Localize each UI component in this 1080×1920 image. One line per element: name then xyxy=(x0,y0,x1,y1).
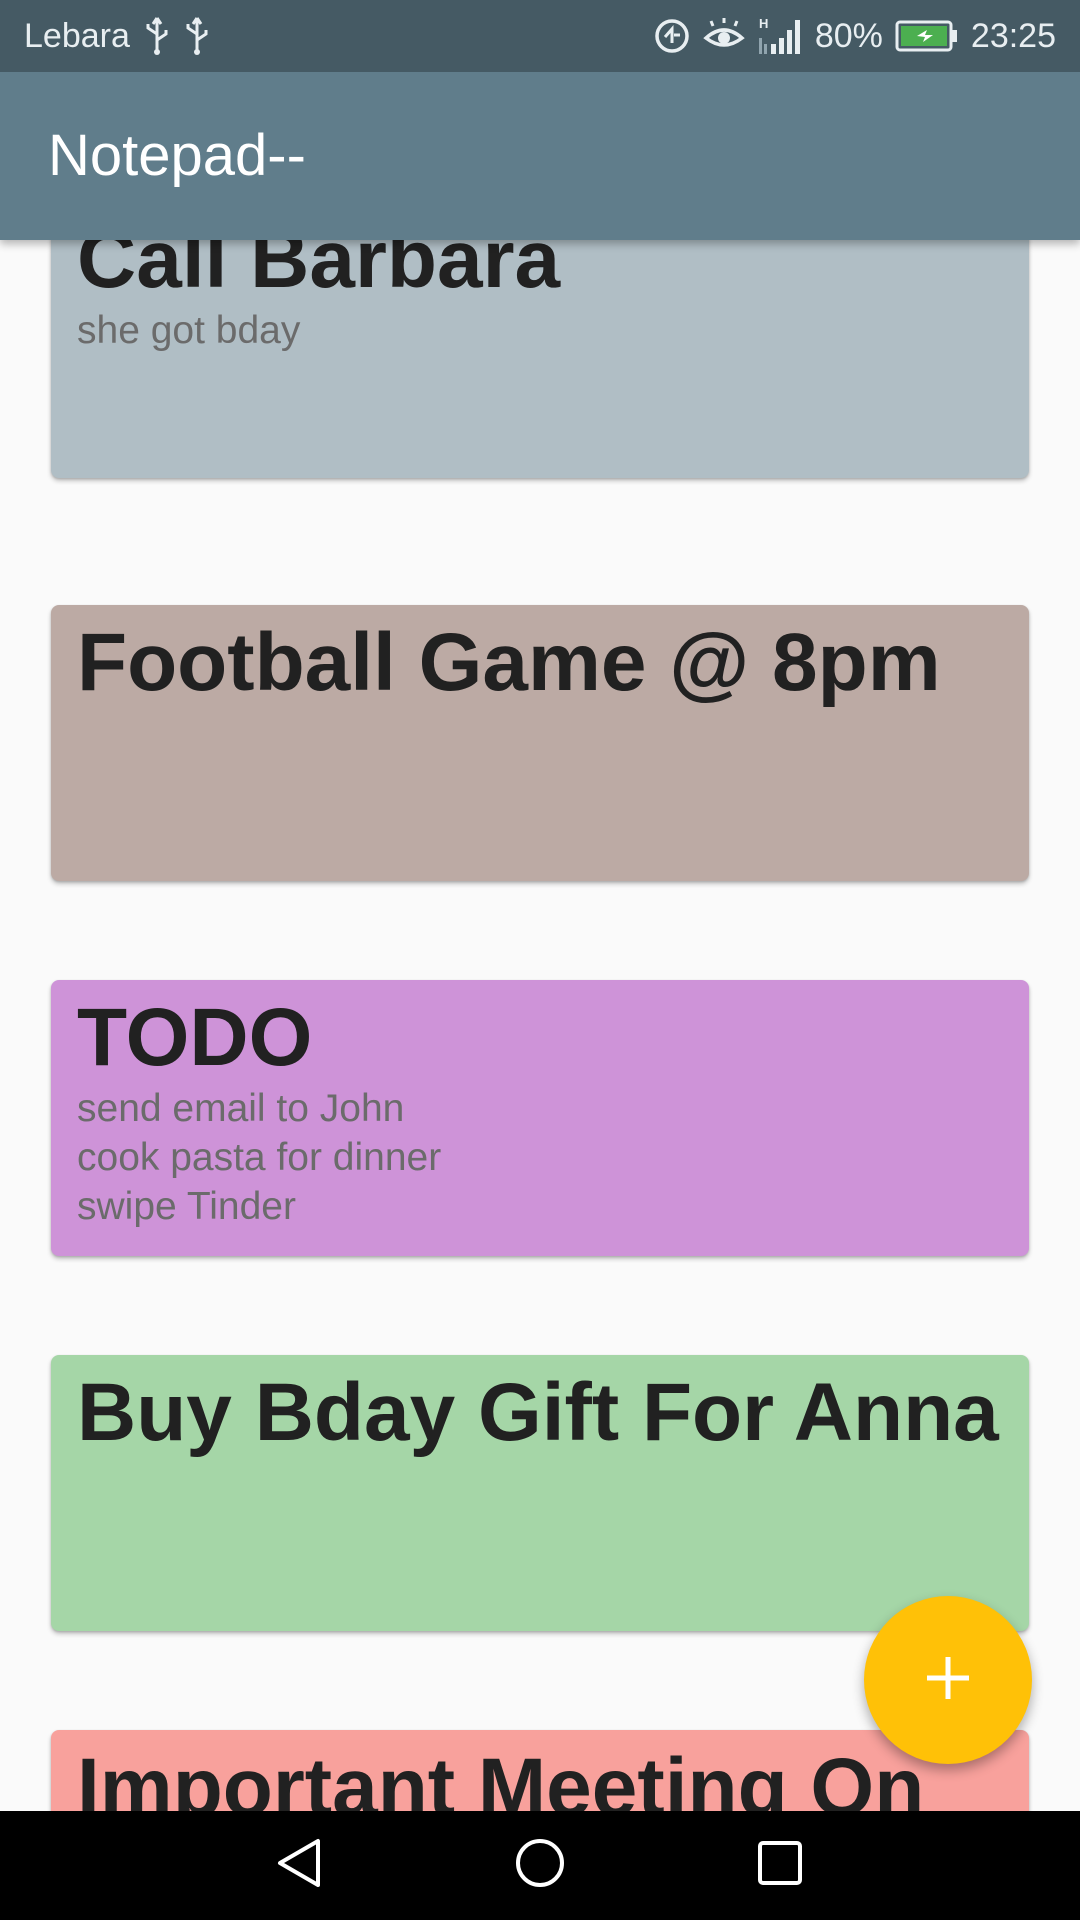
note-card[interactable]: Football Game @ 8pm xyxy=(51,605,1029,881)
status-bar: Lebara H 80% 23:25 xyxy=(0,0,1080,72)
battery-percent: 80% xyxy=(814,16,883,55)
note-title: Football Game @ 8pm xyxy=(77,617,941,708)
back-icon xyxy=(274,1837,326,1894)
status-right: H 80% 23:25 xyxy=(653,0,1056,72)
note-title: Important Meeting On xyxy=(77,1742,925,1811)
note-card[interactable]: Important Meeting On xyxy=(51,1730,1029,1811)
nav-back-button[interactable] xyxy=(240,1811,360,1920)
usb-icon xyxy=(144,16,170,56)
note-title: Call Barbara xyxy=(77,240,561,305)
note-card[interactable]: Call Barbara she got bday xyxy=(51,240,1029,478)
battery-charging-icon xyxy=(895,19,959,53)
data-saver-icon xyxy=(653,17,691,55)
notes-list[interactable]: Call Barbara she got bday Football Game … xyxy=(0,240,1080,1811)
svg-text:H: H xyxy=(759,16,768,31)
add-note-button[interactable] xyxy=(864,1596,1032,1764)
navigation-bar xyxy=(0,1811,1080,1920)
app-bar: Notepad-- xyxy=(0,72,1080,240)
note-title: TODO xyxy=(77,992,313,1083)
note-title: Buy Bday Gift For Anna xyxy=(77,1367,999,1458)
note-card[interactable]: TODO send email to John cook pasta for d… xyxy=(51,980,1029,1256)
note-card[interactable]: Buy Bday Gift For Anna xyxy=(51,1355,1029,1631)
screen: Lebara H 80% 23:25 Notepad-- Call Barbar… xyxy=(0,0,1080,1920)
usb-icon xyxy=(184,16,210,56)
home-icon xyxy=(514,1837,566,1894)
signal-icon: H xyxy=(757,16,803,56)
recents-icon xyxy=(756,1839,804,1892)
clock: 23:25 xyxy=(970,16,1056,55)
app-title: Notepad-- xyxy=(48,123,306,188)
status-left: Lebara xyxy=(24,0,210,72)
eye-comfort-icon xyxy=(703,18,745,54)
nav-recents-button[interactable] xyxy=(720,1811,840,1920)
note-body: send email to John cook pasta for dinner… xyxy=(77,1086,442,1228)
nav-home-button[interactable] xyxy=(480,1811,600,1920)
note-body: she got bday xyxy=(77,308,301,352)
plus-icon xyxy=(923,1653,973,1708)
carrier-name: Lebara xyxy=(24,16,130,55)
